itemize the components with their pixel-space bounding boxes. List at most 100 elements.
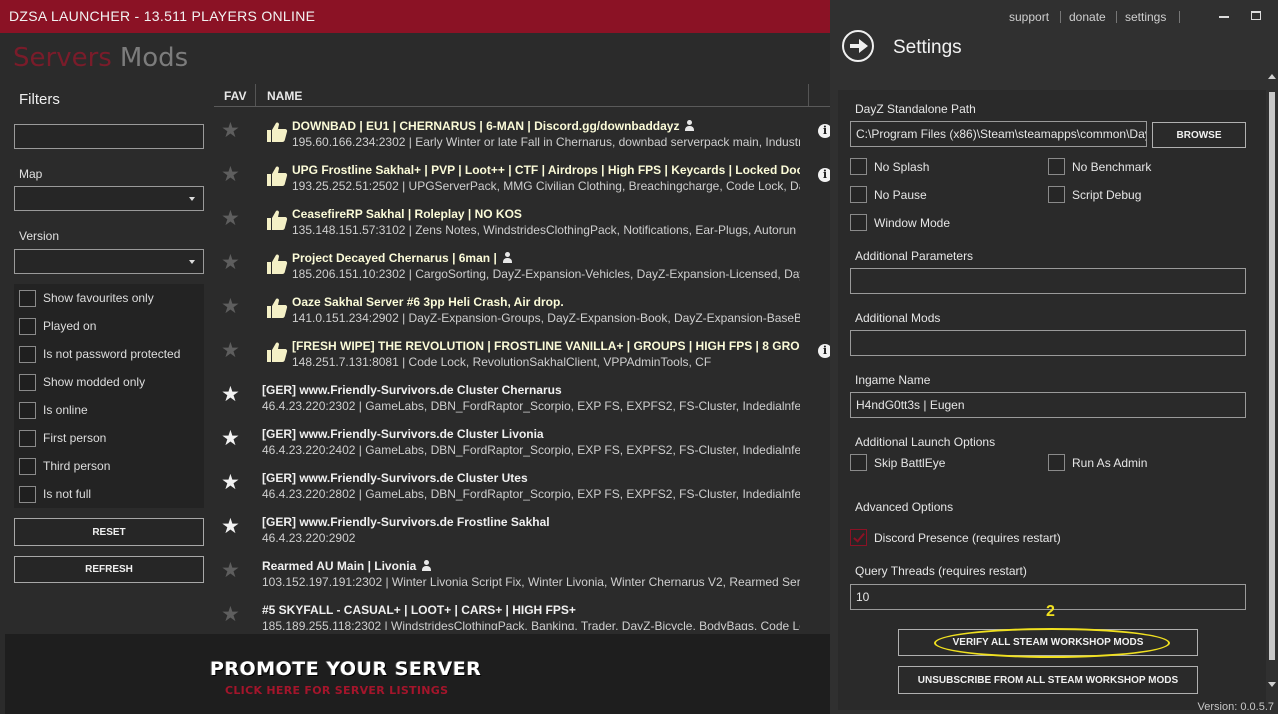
server-row[interactable]: ★ Oaze Sakhal Server #6 3pp Heli Crash, A…: [214, 286, 830, 330]
info-icon[interactable]: i: [818, 124, 830, 138]
checkbox[interactable]: [1048, 158, 1065, 175]
checkbox-label: No Pause: [874, 187, 927, 202]
server-detail: 46.4.23.220:2902: [262, 531, 356, 545]
checkbox[interactable]: [19, 401, 36, 419]
server-row[interactable]: ★ Rearmed AU Main | Livonia 103.152.197.19…: [214, 550, 830, 594]
filter-played-on[interactable]: Played on: [19, 316, 96, 336]
server-row[interactable]: ★ DOWNBAD | EU1 | CHERNARUS | 6-MAN | Dis…: [214, 110, 830, 154]
additional-mods-input[interactable]: [850, 330, 1246, 356]
checkbox[interactable]: [19, 345, 36, 363]
star-icon[interactable]: ★: [221, 604, 240, 625]
checkbox[interactable]: [850, 158, 867, 175]
server-row[interactable]: ★ #5 SKYFALL - CASUAL+ | LOOT+ | CARS+ | …: [214, 594, 830, 630]
nav-divider: [1060, 11, 1061, 23]
scroll-down-icon[interactable]: [1268, 682, 1276, 687]
server-name-text: [GER] www.Friendly-Survivors.de Cluster …: [262, 471, 528, 485]
settings-scrollbar[interactable]: [1266, 68, 1278, 708]
checkbox[interactable]: [19, 289, 36, 307]
no-pause-option[interactable]: No Pause: [850, 186, 927, 203]
checkbox[interactable]: [19, 317, 36, 335]
back-arrow-icon[interactable]: [842, 30, 874, 62]
server-detail: 185.206.151.10:2302 | CargoSorting, DayZ…: [292, 267, 800, 281]
checkbox[interactable]: [19, 429, 36, 447]
column-name[interactable]: NAME: [267, 89, 302, 103]
info-icon[interactable]: i: [818, 344, 830, 358]
promote-banner[interactable]: PROMOTE YOUR SERVER CLICK HERE FOR SERVE…: [5, 634, 830, 714]
filter-first-person[interactable]: First person: [19, 428, 106, 448]
checkbox[interactable]: [850, 214, 867, 231]
ingame-name-input[interactable]: H4ndG0tt3s | Eugen: [850, 392, 1246, 418]
tab-servers[interactable]: Servers: [13, 43, 112, 73]
server-row[interactable]: ★ [GER] www.Friendly-Survivors.de Cluster…: [214, 462, 830, 506]
chevron-down-icon: [189, 197, 195, 201]
filter-is-online[interactable]: Is online: [19, 400, 88, 420]
run-as-admin-option[interactable]: Run As Admin: [1048, 454, 1147, 471]
info-icon[interactable]: i: [818, 168, 830, 182]
browse-button[interactable]: BROWSE: [1152, 122, 1246, 148]
main-tabs: Servers Mods: [13, 43, 188, 73]
no-benchmark-option[interactable]: No Benchmark: [1048, 158, 1151, 175]
discord-presence-option[interactable]: Discord Presence (requires restart): [850, 529, 1061, 546]
thumbs-up-icon: [267, 298, 288, 318]
refresh-button[interactable]: REFRESH: [14, 556, 204, 583]
filter-not-password-protected[interactable]: Is not password protected: [19, 344, 180, 364]
checkbox[interactable]: [1048, 454, 1065, 471]
server-row[interactable]: ★ UPG Frostline Sakhal+ | PVP | Loot++ | …: [214, 154, 830, 198]
filter-search-input[interactable]: [14, 124, 204, 149]
script-debug-option[interactable]: Script Debug: [1048, 186, 1141, 203]
server-row[interactable]: ★ CeasefireRP Sakhal | Roleplay | NO KOS 1…: [214, 198, 830, 242]
checkbox-checked[interactable]: [850, 529, 867, 546]
filter-modded-only[interactable]: Show modded only: [19, 372, 145, 392]
version-select[interactable]: [14, 249, 204, 274]
additional-params-input[interactable]: [850, 268, 1246, 294]
filter-not-full[interactable]: Is not full: [19, 484, 91, 504]
path-input[interactable]: C:\Program Files (x86)\Steam\steamapps\c…: [850, 121, 1147, 147]
checkbox[interactable]: [850, 186, 867, 203]
filter-favourites-only[interactable]: Show favourites only: [19, 288, 154, 308]
scrollbar-thumb[interactable]: [1269, 92, 1275, 660]
star-filled-icon[interactable]: ★: [221, 472, 240, 493]
reset-button[interactable]: RESET: [14, 518, 204, 546]
filter-third-person[interactable]: Third person: [19, 456, 110, 476]
settings-title: Settings: [893, 37, 962, 58]
star-icon[interactable]: ★: [221, 120, 240, 141]
ingame-name-label: Ingame Name: [855, 373, 931, 387]
star-icon[interactable]: ★: [221, 560, 240, 581]
column-fav[interactable]: FAV: [224, 89, 246, 103]
tab-mods[interactable]: Mods: [120, 43, 188, 73]
checkbox-label: Third person: [43, 459, 111, 473]
settings-link[interactable]: settings: [1125, 10, 1166, 24]
star-icon[interactable]: ★: [221, 208, 240, 229]
scroll-up-icon[interactable]: [1268, 74, 1276, 79]
skip-battleye-option[interactable]: Skip BattlEye: [850, 454, 945, 471]
star-icon[interactable]: ★: [221, 164, 240, 185]
unsubscribe-workshop-mods-button[interactable]: UNSUBSCRIBE FROM ALL STEAM WORKSHOP MODS: [898, 666, 1198, 694]
checkbox[interactable]: [19, 373, 36, 391]
star-filled-icon[interactable]: ★: [221, 428, 240, 449]
server-row[interactable]: ★ Project Decayed Chernarus | 6man | 185.2…: [214, 242, 830, 286]
checkbox[interactable]: [19, 485, 36, 503]
support-link[interactable]: support: [1009, 10, 1049, 24]
server-list[interactable]: ★ DOWNBAD | EU1 | CHERNARUS | 6-MAN | Dis…: [214, 110, 830, 630]
star-icon[interactable]: ★: [221, 296, 240, 317]
map-select[interactable]: [14, 186, 204, 211]
star-icon[interactable]: ★: [221, 252, 240, 273]
star-filled-icon[interactable]: ★: [221, 516, 240, 537]
checkbox[interactable]: [19, 457, 36, 475]
checkbox[interactable]: [850, 454, 867, 471]
donate-link[interactable]: donate: [1069, 10, 1106, 24]
server-row[interactable]: ★ [FRESH WIPE] THE REVOLUTION | FROSTLINE…: [214, 330, 830, 374]
checkbox[interactable]: [1048, 186, 1065, 203]
window-mode-option[interactable]: Window Mode: [850, 214, 950, 231]
server-row[interactable]: ★ [GER] www.Friendly-Survivors.de Cluster…: [214, 374, 830, 418]
promote-subline: CLICK HERE FOR SERVER LISTINGS: [225, 684, 449, 697]
server-row[interactable]: ★ [GER] www.Friendly-Survivors.de Cluster…: [214, 418, 830, 462]
star-filled-icon[interactable]: ★: [221, 384, 240, 405]
no-splash-option[interactable]: No Splash: [850, 158, 929, 175]
minimize-icon[interactable]: [1219, 16, 1229, 18]
checkbox-label: Show modded only: [43, 375, 146, 389]
maximize-icon[interactable]: [1251, 11, 1261, 20]
star-icon[interactable]: ★: [221, 340, 240, 361]
server-row[interactable]: ★ [GER] www.Friendly-Survivors.de Frostli…: [214, 506, 830, 550]
column-divider: [808, 84, 809, 106]
